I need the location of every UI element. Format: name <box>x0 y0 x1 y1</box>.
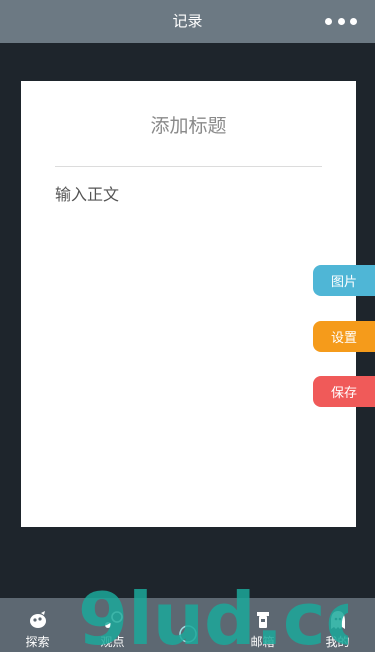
title-divider <box>55 166 322 167</box>
dot <box>350 17 357 25</box>
tab-mailbox[interactable]: 邮箱 <box>225 598 300 652</box>
tab-label: 探索 <box>25 635 50 649</box>
title-input[interactable] <box>55 109 322 143</box>
bottom-tabbar: 探索 观点 邮箱 我的 <box>0 598 375 652</box>
mailbox-icon <box>256 612 269 628</box>
opinion-icon <box>104 611 123 628</box>
top-navbar: 记录 <box>0 0 375 43</box>
save-button[interactable]: 保存 <box>313 376 375 407</box>
more-dots-icon[interactable] <box>325 16 357 26</box>
settings-button[interactable]: 设置 <box>313 321 375 352</box>
dot <box>337 17 345 25</box>
body-textarea[interactable] <box>55 181 322 501</box>
dot <box>325 17 332 25</box>
tab-record[interactable] <box>150 598 225 652</box>
tab-profile[interactable]: 我的 <box>300 598 375 652</box>
tab-label: 我的 <box>325 635 350 649</box>
explore-icon <box>29 611 46 628</box>
insert-image-button[interactable]: 图片 <box>313 265 375 296</box>
tab-opinion[interactable]: 观点 <box>75 598 150 652</box>
tab-label: 观点 <box>100 635 125 649</box>
record-icon <box>178 625 197 643</box>
tab-explore[interactable]: 探索 <box>0 598 75 652</box>
note-editor-card <box>21 81 356 527</box>
tab-label: 邮箱 <box>250 635 275 649</box>
profile-icon <box>330 611 345 629</box>
page-title: 记录 <box>172 12 203 30</box>
